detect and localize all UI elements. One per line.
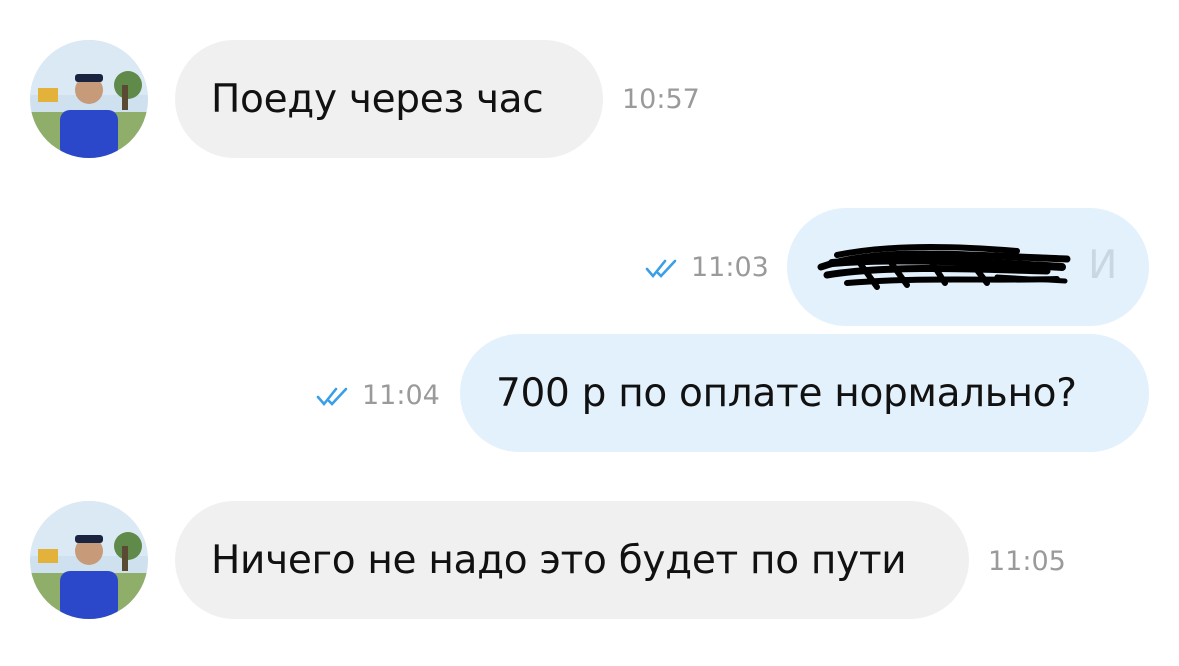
message-bubble-incoming[interactable]: Ничего не надо это будет по пути [175,501,969,619]
scribble-redaction-icon [817,244,1071,290]
message-time: 11:05 [988,546,1066,577]
message-text: И [1088,243,1117,288]
message-time: 10:57 [622,84,700,115]
chat-thread: Поеду через час 10:57 11:03 И 11:04 700 … [0,0,1179,666]
time-label: 11:05 [988,546,1066,577]
avatar-photo-icon [30,40,148,158]
message-bubble-outgoing[interactable]: 700 р по оплате нормально? [460,334,1149,452]
message-time: 11:03 [645,252,769,283]
message-bubble-incoming[interactable]: Поеду через час [175,40,603,158]
time-label: 11:04 [362,380,440,411]
redacted-text: И [817,237,1117,297]
double-check-icon [316,387,348,406]
avatar-photo-icon [30,501,148,619]
double-check-icon [645,259,677,278]
message-text: 700 р по оплате нормально? [496,370,1077,416]
time-label: 11:03 [691,252,769,283]
contact-avatar[interactable] [30,40,148,158]
message-text: Поеду через час [211,76,544,122]
message-time: 11:04 [316,380,440,411]
contact-avatar[interactable] [30,501,148,619]
message-text: Ничего не надо это будет по пути [211,537,907,583]
time-label: 10:57 [622,84,700,115]
message-bubble-outgoing[interactable]: И [787,208,1149,326]
